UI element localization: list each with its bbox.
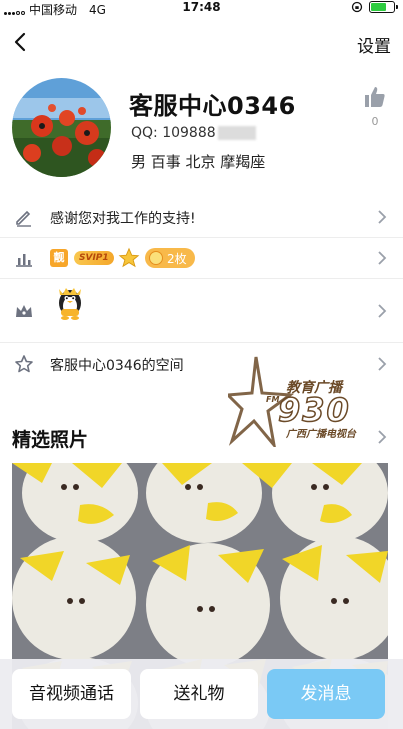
thumbs-up-icon [365, 87, 385, 107]
chevron-right-icon [378, 304, 387, 318]
profile-name: 客服中心0346 [129, 92, 296, 120]
avatar[interactable] [12, 78, 111, 177]
coin-icon [149, 251, 163, 265]
level-row[interactable]: LV1 [0, 279, 403, 343]
back-button[interactable] [10, 30, 32, 54]
qq-label: QQ: 109888 [131, 125, 216, 141]
penguin-level-icon [59, 288, 81, 320]
like-count: 0 [371, 115, 379, 128]
star-icon [118, 247, 140, 268]
crown-icon [16, 305, 32, 317]
status-bar: 中国移动 4G 17:48 [0, 0, 403, 17]
status-right [351, 1, 398, 13]
signature-row[interactable]: 感谢您对我工作的支持! [0, 197, 403, 238]
penguin-level-label: LV1 [62, 323, 76, 331]
badges-row[interactable]: 靓 SVIP1 2枚 [0, 238, 403, 279]
avatar-image [12, 78, 111, 177]
clock: 17:48 [182, 0, 221, 14]
profile-info: 男 百事 北京 摩羯座 [131, 153, 266, 171]
rotation-lock-icon [351, 1, 363, 13]
chevron-right-icon [378, 251, 387, 265]
photos-section-title: 精选照片 [12, 429, 89, 451]
bottom-action-bar: 音视频通话 送礼物 发消息 [0, 659, 403, 729]
space-text: 客服中心0346的空间 [50, 358, 184, 374]
like-button[interactable]: 0 [362, 85, 388, 128]
star-outline-icon [15, 355, 33, 373]
signature-text: 感谢您对我工作的支持! [50, 211, 196, 227]
qq-number: QQ: 109888 [131, 125, 256, 141]
svip-badge: SVIP1 [74, 251, 114, 265]
pencil-icon [16, 210, 31, 227]
liang-badge: 靓 [50, 249, 68, 267]
chevron-right-icon [378, 210, 387, 224]
send-message-button[interactable]: 发消息 [267, 669, 385, 719]
video-call-button[interactable]: 音视频通话 [12, 669, 131, 719]
chevron-left-icon [14, 32, 26, 52]
qq-redacted [217, 126, 256, 140]
send-gift-button[interactable]: 送礼物 [140, 669, 258, 719]
coin-badge: 2枚 [145, 248, 195, 268]
watermark-line3: 广西广播电视台 [286, 429, 356, 440]
coin-count: 2枚 [167, 251, 187, 266]
battery-icon [369, 1, 398, 13]
chart-icon [16, 254, 32, 267]
watermark-line2: 930 [277, 390, 351, 430]
settings-button[interactable]: 设置 [357, 32, 391, 57]
watermark-logo: FM 教育广播 930 广西广播电视台 [224, 355, 388, 451]
